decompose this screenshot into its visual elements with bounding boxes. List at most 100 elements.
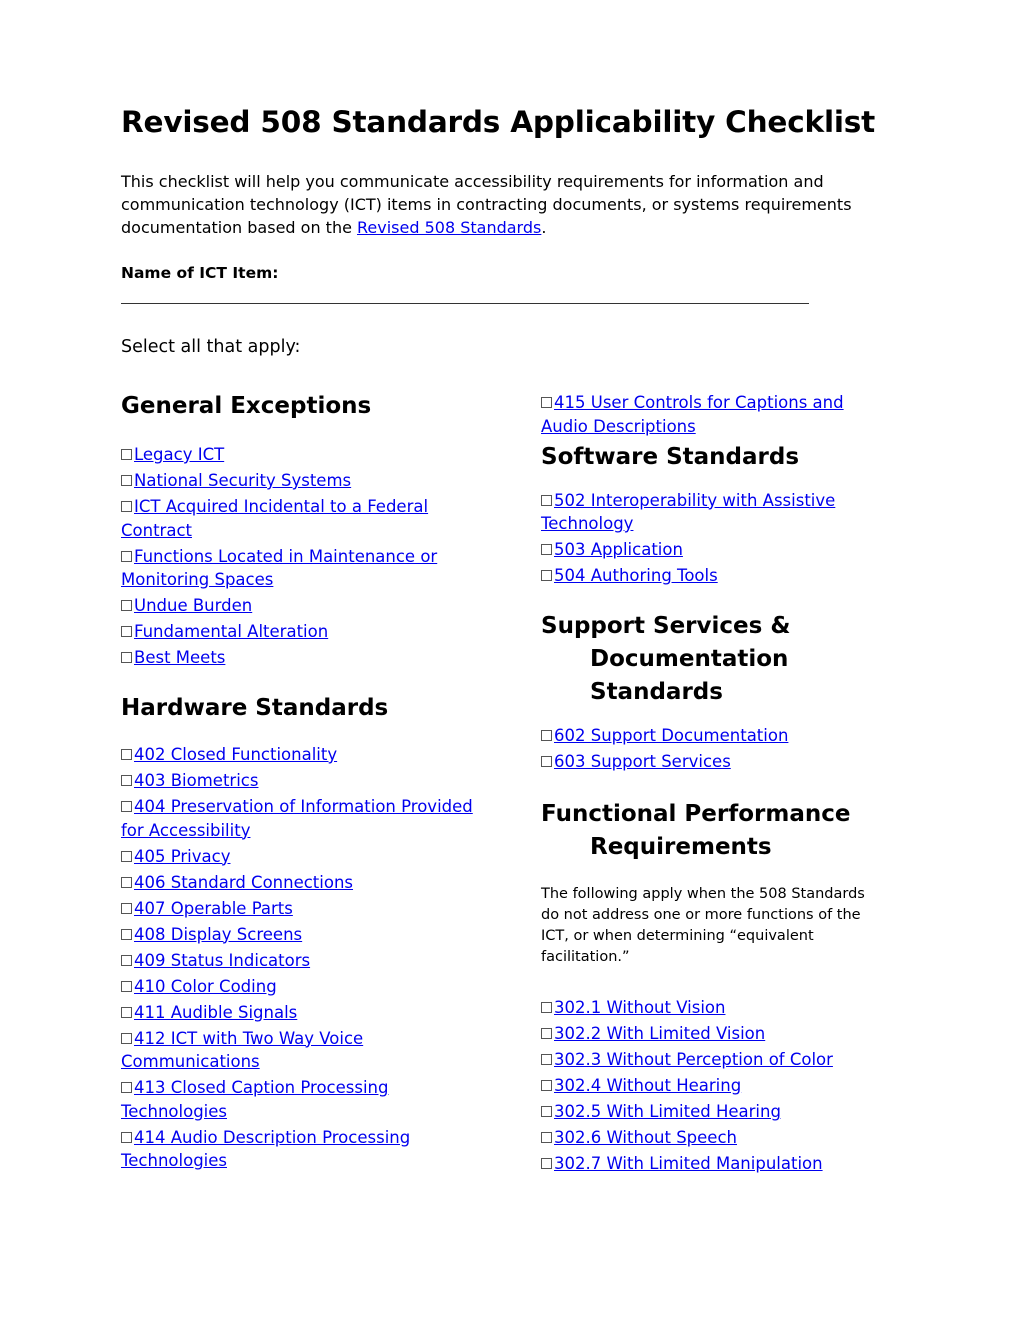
section-heading: Functional Performance Requirements xyxy=(541,801,851,860)
empty-checkbox-icon[interactable] xyxy=(541,1054,552,1065)
section-heading: General Exceptions xyxy=(121,393,372,419)
checklist-item-link[interactable]: 302.4 Without Hearing xyxy=(554,1076,741,1095)
intro-text-end: . xyxy=(541,218,547,237)
checklist-item: 302.5 With Limited Hearing xyxy=(541,1100,886,1124)
revised-508-standards-link[interactable]: Revised 508 Standards xyxy=(357,218,541,237)
empty-checkbox-icon[interactable] xyxy=(541,1132,552,1143)
hardware-standards-list: 402 Closed Functionality 403 Biometrics 40… xyxy=(121,743,481,1173)
checklist-item: 404 Preservation of Information Provided… xyxy=(121,795,481,842)
empty-checkbox-icon[interactable] xyxy=(541,397,552,408)
checklist-item-link[interactable]: 407 Operable Parts xyxy=(134,899,293,918)
checklist-item-link[interactable]: 408 Display Screens xyxy=(134,925,302,944)
checklist-item-link[interactable]: 503 Application xyxy=(554,540,683,559)
checklist-item: Legacy ICT xyxy=(121,443,481,467)
checklist-item-link[interactable]: 412 ICT with Two Way Voice Communication… xyxy=(121,1029,363,1072)
empty-checkbox-icon[interactable] xyxy=(121,652,132,663)
empty-checkbox-icon[interactable] xyxy=(121,1006,132,1018)
empty-checkbox-icon[interactable] xyxy=(541,1106,552,1117)
checklist-item-link[interactable]: 302.3 Without Perception of Color xyxy=(554,1050,833,1069)
checklist-item-link[interactable]: 415 User Controls for Captions and Audio… xyxy=(541,393,844,436)
ict-item-name-label: Name of ICT Item: xyxy=(121,264,279,282)
checklist-item-link[interactable]: 410 Color Coding xyxy=(134,977,277,996)
empty-checkbox-icon[interactable] xyxy=(541,1002,552,1013)
checklist-item-link[interactable]: 411 Audible Signals xyxy=(134,1003,297,1022)
empty-checkbox-icon[interactable] xyxy=(121,775,132,786)
select-all-instruction: Select all that apply: xyxy=(121,337,301,357)
checklist-item-link[interactable]: 403 Biometrics xyxy=(134,771,258,790)
checklist-item: Best Meets xyxy=(121,646,481,670)
empty-checkbox-icon[interactable] xyxy=(121,600,132,611)
empty-checkbox-icon[interactable] xyxy=(121,954,132,966)
empty-checkbox-icon[interactable] xyxy=(541,1028,552,1039)
checklist-item: 302.4 Without Hearing xyxy=(541,1074,886,1098)
empty-checkbox-icon[interactable] xyxy=(121,550,132,562)
checklist-item-link[interactable]: 404 Preservation of Information Provided… xyxy=(121,797,473,840)
empty-checkbox-icon[interactable] xyxy=(541,544,552,555)
empty-checkbox-icon[interactable] xyxy=(121,928,132,940)
empty-checkbox-icon[interactable] xyxy=(121,902,132,914)
checklist-item-link[interactable]: 302.7 With Limited Manipulation xyxy=(554,1154,823,1173)
checklist-item: 502 Interoperability with Assistive Tech… xyxy=(541,489,886,536)
general-exceptions-list: Legacy ICT National Security Systems ICT A… xyxy=(121,443,481,670)
empty-checkbox-icon[interactable] xyxy=(541,756,552,767)
checklist-item-link[interactable]: 414 Audio Description Processing Technol… xyxy=(121,1128,410,1171)
support-services-list: 602 Support Documentation 603 Support Ser… xyxy=(541,724,886,774)
empty-checkbox-icon[interactable] xyxy=(541,730,552,741)
checklist-item-link[interactable]: 302.1 Without Vision xyxy=(554,998,725,1017)
empty-checkbox-icon[interactable] xyxy=(121,980,132,992)
empty-checkbox-icon[interactable] xyxy=(121,475,132,486)
empty-checkbox-icon[interactable] xyxy=(121,850,132,862)
functional-performance-section: Functional Performance Requirements The … xyxy=(541,798,886,1176)
empty-checkbox-icon[interactable] xyxy=(541,570,552,581)
ict-item-name-field[interactable] xyxy=(121,303,809,304)
section-heading: Hardware Standards xyxy=(121,695,389,721)
checklist-item-link[interactable]: National Security Systems xyxy=(134,471,351,490)
empty-checkbox-icon[interactable] xyxy=(541,494,552,506)
empty-checkbox-icon[interactable] xyxy=(121,1131,132,1143)
checklist-item-link[interactable]: 504 Authoring Tools xyxy=(554,566,718,585)
functional-performance-list: 302.1 Without Vision 302.2 With Limited V… xyxy=(541,996,886,1176)
checklist-item-link[interactable]: Best Meets xyxy=(134,648,225,667)
empty-checkbox-icon[interactable] xyxy=(121,626,132,637)
checklist-item: Fundamental Alteration xyxy=(121,620,481,644)
checklist-item-link[interactable]: 406 Standard Connections xyxy=(134,873,353,892)
checklist-item-link[interactable]: 302.5 With Limited Hearing xyxy=(554,1102,781,1121)
checklist-item-link[interactable]: 405 Privacy xyxy=(134,847,230,866)
empty-checkbox-icon[interactable] xyxy=(541,1158,552,1169)
checklist-item-link[interactable]: Functions Located in Maintenance or Moni… xyxy=(121,547,437,590)
empty-checkbox-icon[interactable] xyxy=(541,1080,552,1091)
checklist-item: National Security Systems xyxy=(121,469,481,493)
checklist-item: 409 Status Indicators xyxy=(121,949,481,973)
intro-paragraph: This checklist will help you communicate… xyxy=(121,170,901,239)
checklist-item-link[interactable]: 302.6 Without Speech xyxy=(554,1128,737,1147)
empty-checkbox-icon[interactable] xyxy=(121,749,132,760)
empty-checkbox-icon[interactable] xyxy=(121,801,132,812)
checklist-item: 302.3 Without Perception of Color xyxy=(541,1048,886,1072)
checklist-item-link[interactable]: 602 Support Documentation xyxy=(554,726,788,745)
section-heading: Support Services & Documentation Standar… xyxy=(541,613,791,705)
general-exceptions-section: General Exceptions Legacy ICT National Se… xyxy=(121,390,481,670)
empty-checkbox-icon[interactable] xyxy=(121,449,132,460)
checklist-item: Undue Burden xyxy=(121,594,481,618)
checklist-item: 408 Display Screens xyxy=(121,923,481,947)
hardware-standards-section: Hardware Standards 402 Closed Functional… xyxy=(121,692,481,1173)
empty-checkbox-icon[interactable] xyxy=(121,501,132,512)
checklist-item-link[interactable]: ICT Acquired Incidental to a Federal Con… xyxy=(121,497,428,540)
checklist-item-link[interactable]: 603 Support Services xyxy=(554,752,731,771)
checklist-item-link[interactable]: 302.2 With Limited Vision xyxy=(554,1024,765,1043)
checklist-item: 406 Standard Connections xyxy=(121,871,481,895)
checklist-item-link[interactable]: Undue Burden xyxy=(134,596,252,615)
checklist-item-link[interactable]: 409 Status Indicators xyxy=(134,951,310,970)
checklist-item-link[interactable]: Fundamental Alteration xyxy=(134,622,328,641)
functional-performance-note: The following apply when the 508 Standar… xyxy=(541,886,865,965)
checklist-item-link[interactable]: 502 Interoperability with Assistive Tech… xyxy=(541,491,835,534)
empty-checkbox-icon[interactable] xyxy=(121,1032,132,1044)
checklist-item: 302.2 With Limited Vision xyxy=(541,1022,886,1046)
empty-checkbox-icon[interactable] xyxy=(121,876,132,888)
checklist-item: 414 Audio Description Processing Technol… xyxy=(121,1126,481,1173)
checklist-item-link[interactable]: 402 Closed Functionality xyxy=(134,745,337,764)
checklist-item-link[interactable]: 413 Closed Caption Processing Technologi… xyxy=(121,1078,388,1121)
checklist-item: ICT Acquired Incidental to a Federal Con… xyxy=(121,495,481,542)
empty-checkbox-icon[interactable] xyxy=(121,1082,132,1093)
checklist-item-link[interactable]: Legacy ICT xyxy=(134,445,224,464)
